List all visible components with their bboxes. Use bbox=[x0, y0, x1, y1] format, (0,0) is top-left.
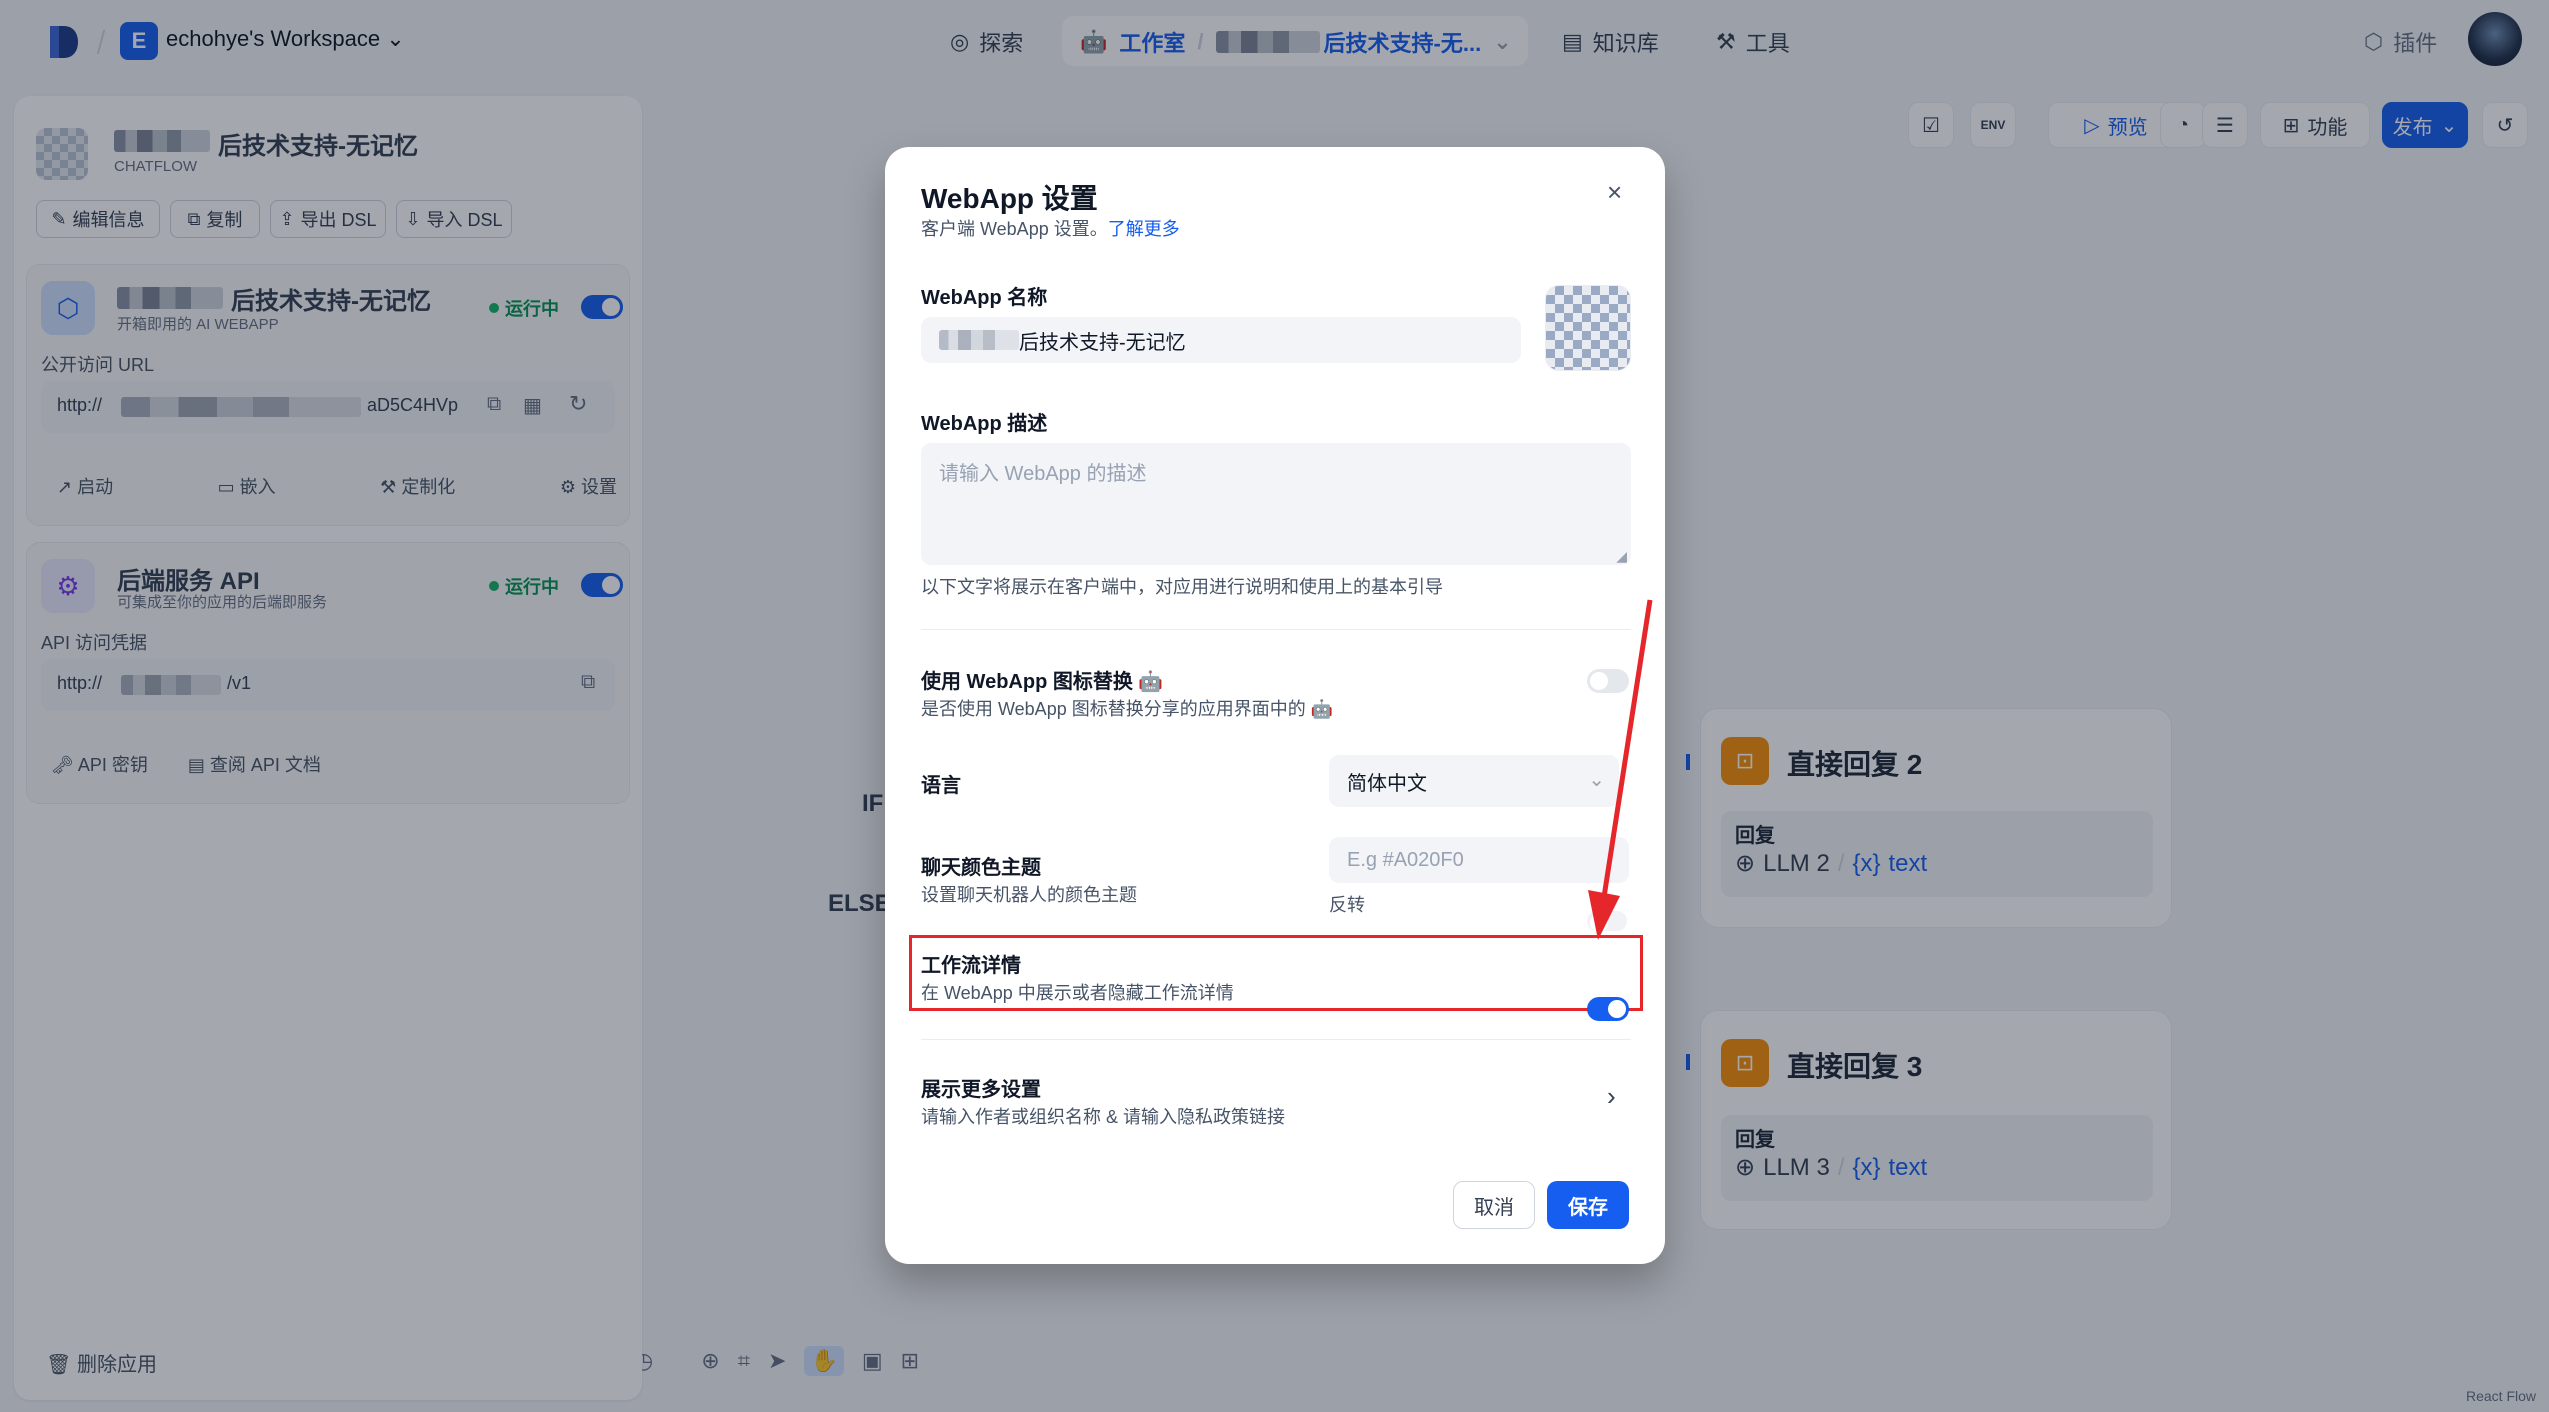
divider bbox=[921, 1039, 1631, 1040]
workflow-detail-label: 工作流详情 bbox=[921, 955, 1021, 977]
save-button[interactable]: 保存 bbox=[1547, 1181, 1629, 1229]
resize-handle-icon[interactable]: ◢ bbox=[1616, 548, 1627, 565]
learn-more-link[interactable]: 了解更多 bbox=[1108, 219, 1180, 239]
theme-label: 聊天颜色主题 bbox=[921, 857, 1041, 879]
more-settings-sub: 请输入作者或组织名称 & 请输入隐私政策链接 bbox=[921, 1107, 1286, 1127]
icon-toggle-sub: 是否使用 WebApp 图标替换分享的应用界面中的 🤖 bbox=[921, 699, 1334, 719]
icon-toggle-label: 使用 WebApp 图标替换 🤖 bbox=[921, 671, 1164, 693]
modal-title: WebApp 设置 bbox=[921, 183, 1098, 214]
annotation-arrow bbox=[1588, 599, 1653, 940]
workflow-detail-toggle[interactable] bbox=[1587, 997, 1629, 1021]
language-label: 语言 bbox=[921, 775, 961, 797]
desc-textarea[interactable]: 请输入 WebApp 的描述 ◢ bbox=[921, 443, 1631, 565]
robot-emoji-icon: 🤖 bbox=[1138, 671, 1164, 693]
desc-label: WebApp 描述 bbox=[921, 413, 1048, 435]
cancel-button[interactable]: 取消 bbox=[1453, 1181, 1535, 1229]
webapp-settings-modal: WebApp 设置 客户端 WebApp 设置。了解更多 × WebApp 名称… bbox=[885, 147, 1665, 1264]
chevron-right-icon[interactable]: › bbox=[1607, 1081, 1616, 1112]
modal-subtitle: 客户端 WebApp 设置。 bbox=[921, 219, 1108, 239]
invert-label: 反转 bbox=[1329, 895, 1365, 915]
desc-hint: 以下文字将展示在客户端中，对应用进行说明和使用上的基本引导 bbox=[921, 577, 1443, 597]
robot-emoji-icon: 🤖 bbox=[1310, 699, 1334, 719]
theme-sub: 设置聊天机器人的颜色主题 bbox=[921, 885, 1137, 905]
workflow-detail-sub: 在 WebApp 中展示或者隐藏工作流详情 bbox=[921, 983, 1234, 1003]
language-select[interactable]: 简体中文 ⌄ bbox=[1329, 755, 1619, 807]
name-input[interactable]: 后技术支持-无记忆 bbox=[921, 317, 1521, 363]
close-icon[interactable]: × bbox=[1607, 177, 1622, 208]
more-settings-label: 展示更多设置 bbox=[921, 1079, 1041, 1101]
name-label: WebApp 名称 bbox=[921, 287, 1048, 309]
divider bbox=[921, 629, 1631, 630]
webapp-icon-picker[interactable] bbox=[1545, 285, 1631, 371]
